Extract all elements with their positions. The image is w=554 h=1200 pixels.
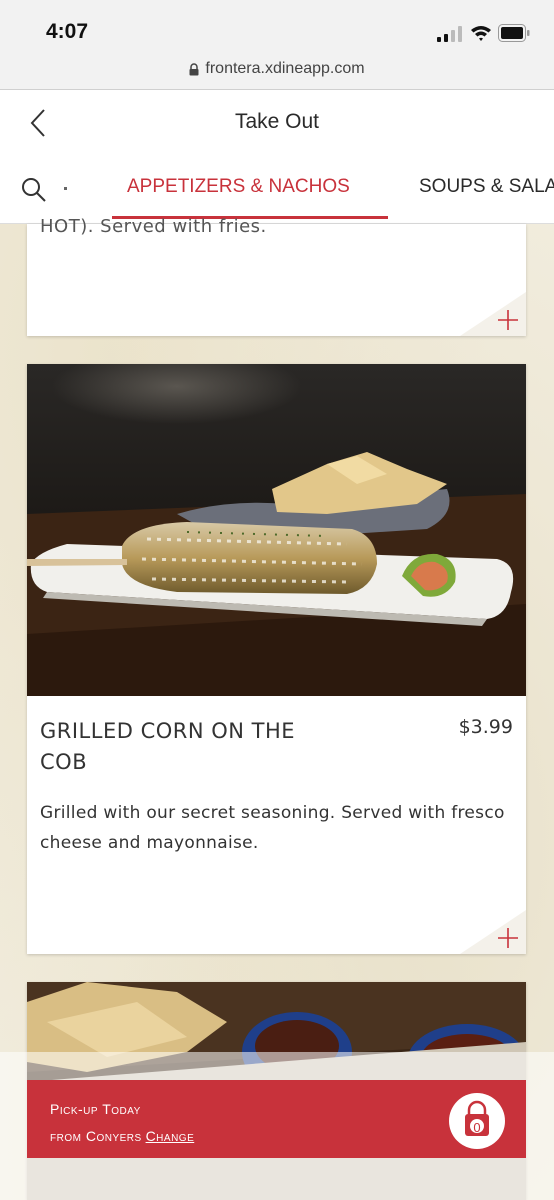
add-item-button[interactable] (460, 292, 526, 336)
menu-item-card[interactable]: HOT). Served with fries. (27, 216, 526, 336)
cellular-signal-icon (437, 26, 462, 42)
item-description: Grilled with our secret seasoning. Serve… (40, 803, 505, 853)
item-price: $3.99 (458, 716, 513, 738)
wifi-icon (471, 26, 491, 41)
lock-icon (189, 62, 199, 75)
cart-button[interactable]: 0 (448, 1092, 506, 1150)
tab-soups-salads[interactable]: SOUPS & SALA (419, 176, 554, 198)
item-photo (27, 364, 526, 696)
item-description: HOT). Served with fries. (40, 216, 267, 237)
change-location-link[interactable]: Change (146, 1128, 195, 1144)
page-title: Take Out (234, 110, 320, 133)
status-time: 4:07 (46, 20, 89, 43)
add-item-button[interactable] (460, 910, 526, 954)
status-bar: 4:07 (0, 0, 554, 60)
search-icon[interactable] (20, 176, 48, 204)
battery-icon (498, 24, 530, 42)
pickup-time-label: Pick-up Today (50, 1101, 141, 1117)
pickup-location: from Conyers Change (50, 1128, 194, 1144)
url-text: frontera.xdineapp.com (205, 60, 365, 77)
tab-appetizers-nachos[interactable]: APPETIZERS & NACHOS (127, 176, 350, 198)
app-header: Take Out APPETIZERS & NACHOS SOUPS & SAL… (0, 90, 554, 224)
menu-item-card[interactable]: GRILLED CORN ON THE COB $3.99 Grilled wi… (27, 364, 526, 954)
cart-count: 0 (473, 1120, 481, 1135)
tab-overflow-dot (64, 187, 67, 190)
url-bar[interactable]: frontera.xdineapp.com (0, 56, 554, 90)
pickup-location-label: from Conyers (50, 1128, 142, 1144)
item-name: GRILLED CORN ON THE COB (40, 719, 296, 774)
pickup-banner[interactable]: Pick-up Today from Conyers Change 0 (27, 1080, 526, 1158)
